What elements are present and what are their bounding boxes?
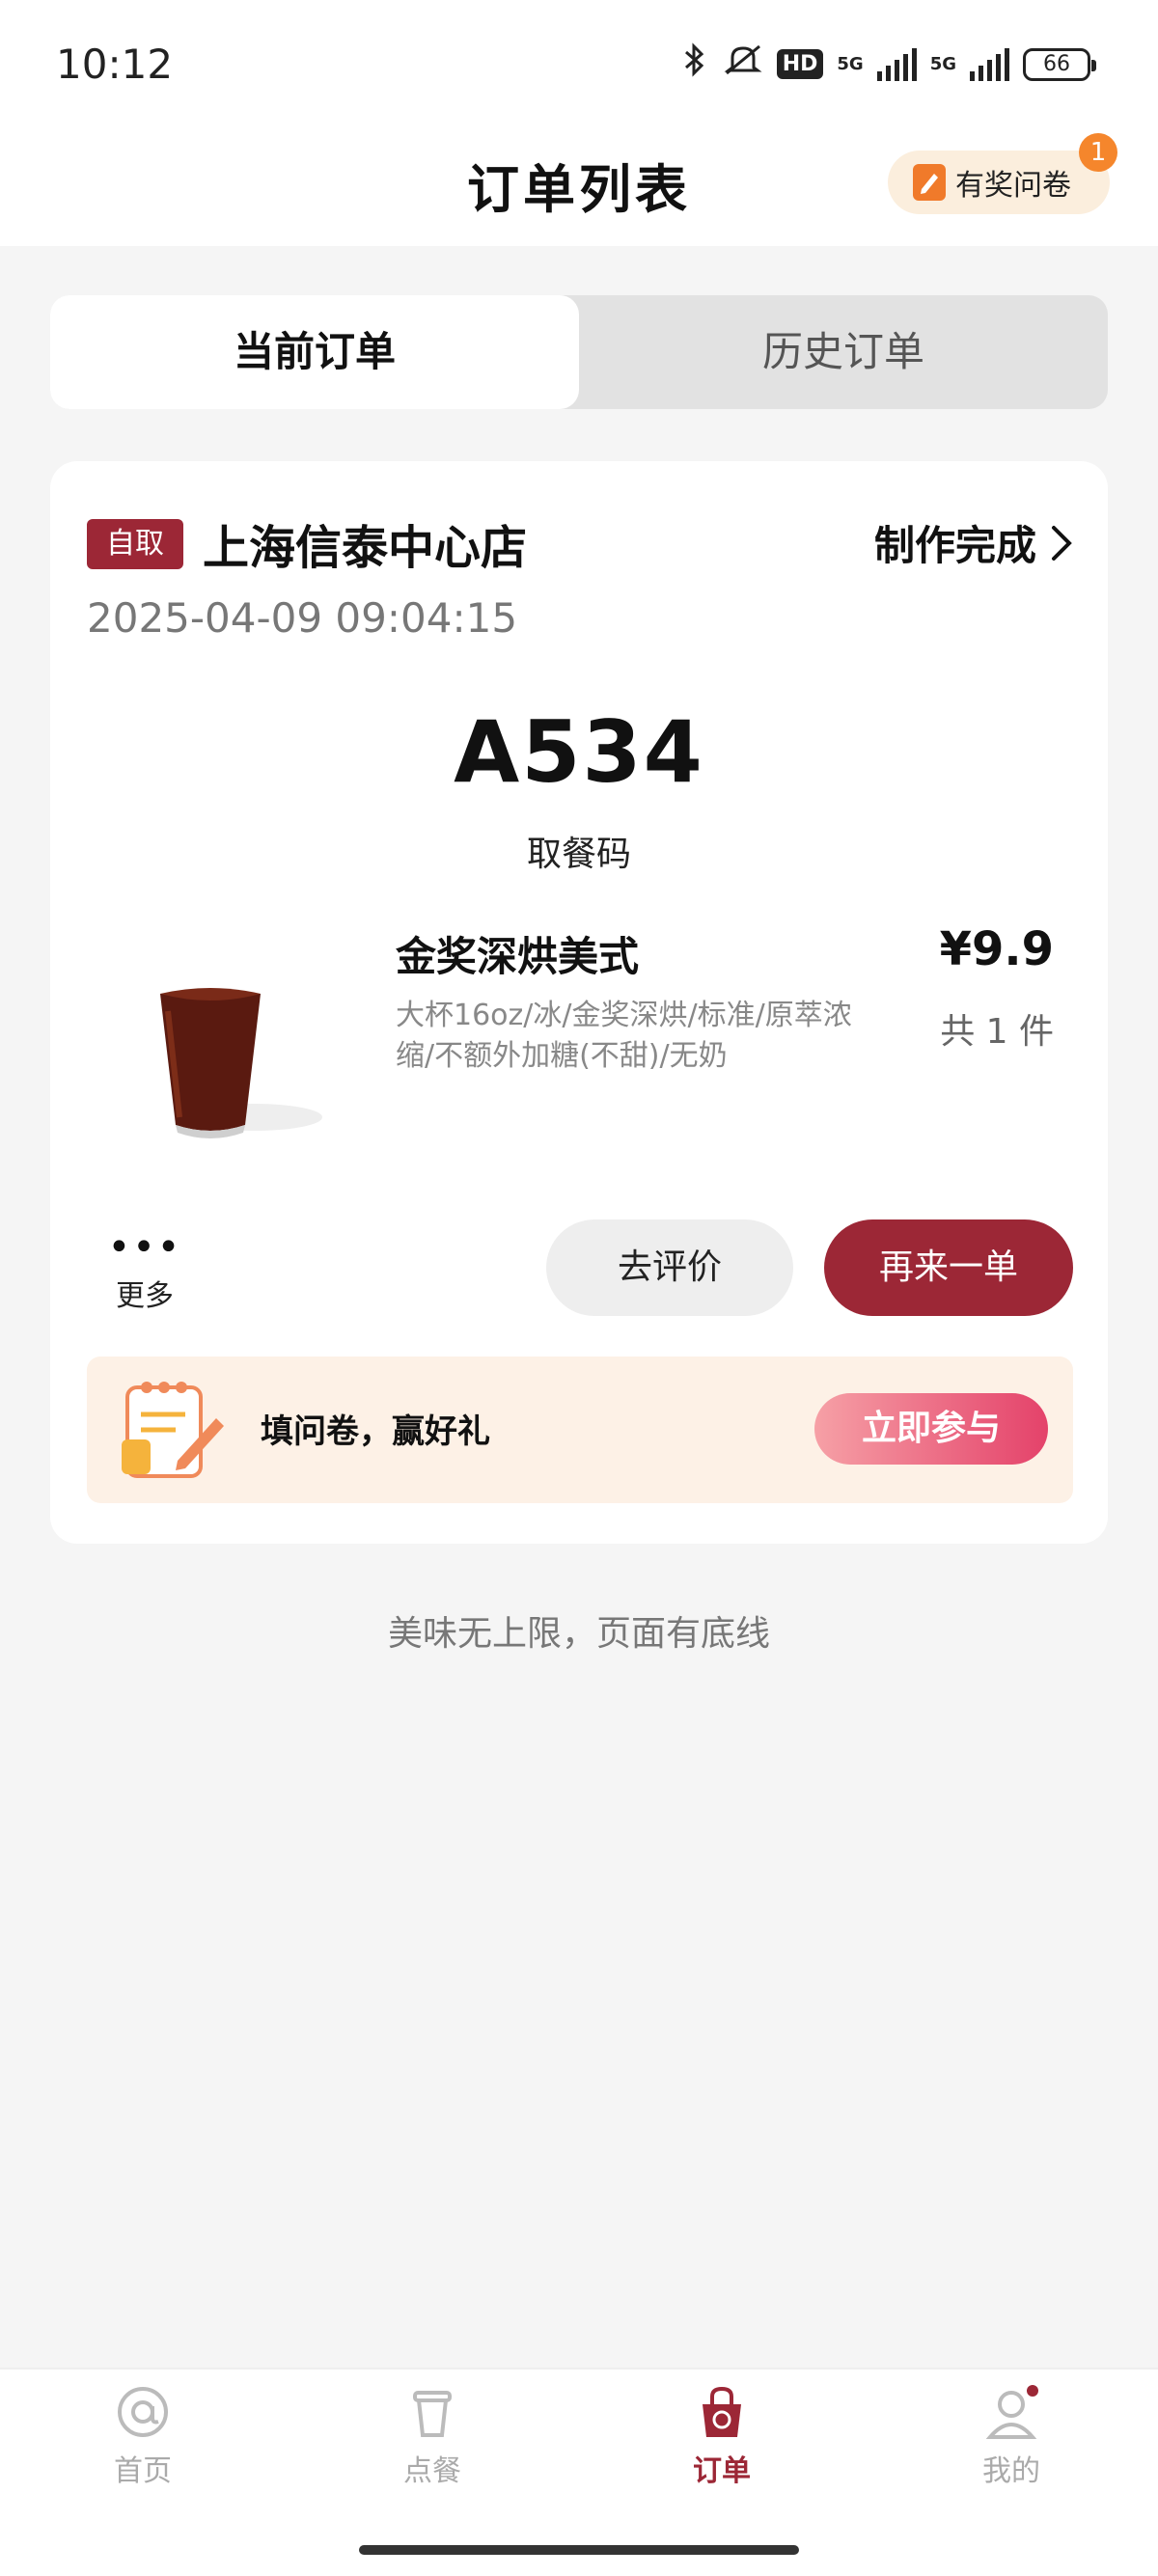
end-of-list-note: 美味无上限，页面有底线 bbox=[387, 1614, 770, 1654]
network-5g-label-2: 5G bbox=[929, 53, 956, 74]
store-name: 上海信泰中心店 bbox=[203, 521, 528, 575]
cup-icon bbox=[413, 2391, 452, 2437]
signal-icon bbox=[876, 47, 917, 81]
tab-history-orders[interactable]: 历史订单 bbox=[579, 295, 1108, 409]
nav-label-profile: 我的 bbox=[982, 2454, 1040, 2488]
status-bar: 10:12 HD 5G 5G 66 bbox=[0, 0, 1158, 125]
order-status-text: 制作完成 bbox=[873, 522, 1036, 569]
signal-icon-2 bbox=[970, 47, 1009, 81]
join-survey-button[interactable]: 立即参与 bbox=[814, 1393, 1048, 1465]
more-button[interactable]: ••• 更多 bbox=[106, 1225, 183, 1314]
pickup-code: A534 bbox=[454, 702, 704, 802]
pickup-type-badge: 自取 bbox=[87, 519, 183, 569]
order-card[interactable]: 自取 上海信泰中心店 制作完成 2025-04-09 09:04:15 A534… bbox=[50, 461, 1108, 1544]
status-icons: HD 5G 5G 66 bbox=[680, 42, 1096, 86]
tab-current-orders[interactable]: 当前订单 bbox=[50, 295, 579, 409]
nav-label-orders: 订单 bbox=[693, 2454, 751, 2488]
review-button[interactable]: 去评价 bbox=[546, 1219, 793, 1316]
profile-icon bbox=[985, 2385, 1038, 2439]
product-options: 大杯16oz/冰/金奖深烘/标准/原萃浓缩/不额外加糖(不甜)/无奶 bbox=[396, 999, 852, 1073]
nav-label-home: 首页 bbox=[114, 2454, 172, 2488]
survey-banner-text: 填问卷，赢好礼 bbox=[261, 1412, 490, 1451]
home-indicator[interactable] bbox=[359, 2545, 799, 2555]
survey-chip-button[interactable]: 有奖问卷 1 bbox=[888, 133, 1117, 214]
hd-badge: HD bbox=[776, 49, 824, 79]
survey-notepad-icon bbox=[108, 1372, 234, 1488]
product-name: 金奖深烘美式 bbox=[396, 933, 640, 980]
chevron-right-icon bbox=[1050, 524, 1073, 562]
home-icon bbox=[118, 2387, 168, 2437]
nav-item-orders[interactable]: 订单 bbox=[625, 2383, 818, 2489]
nav-item-profile[interactable]: 我的 bbox=[915, 2383, 1108, 2489]
battery-icon: 66 bbox=[1023, 47, 1096, 81]
survey-chip-label: 有奖问卷 bbox=[955, 169, 1071, 203]
page-header: 订单列表 有奖问卷 1 bbox=[0, 125, 1158, 246]
nav-item-home[interactable]: 首页 bbox=[46, 2383, 239, 2489]
nav-label-order-food: 点餐 bbox=[403, 2454, 461, 2488]
status-time: 10:12 bbox=[56, 41, 174, 88]
order-status-link[interactable]: 制作完成 bbox=[874, 513, 1073, 572]
product-quantity: 共 1 件 bbox=[940, 1012, 1054, 1052]
reorder-button[interactable]: 再来一单 bbox=[824, 1219, 1073, 1316]
bluetooth-icon bbox=[680, 42, 709, 86]
order-time: 2025-04-09 09:04:15 bbox=[87, 594, 518, 642]
survey-icon bbox=[913, 164, 946, 201]
order-bag-icon bbox=[703, 2386, 741, 2437]
mute-icon bbox=[723, 42, 763, 86]
product-image bbox=[110, 944, 332, 1165]
more-label: 更多 bbox=[116, 1279, 174, 1313]
network-5g-label: 5G bbox=[837, 53, 864, 74]
pickup-code-label: 取餐码 bbox=[526, 835, 631, 874]
order-tabs: 当前订单 历史订单 bbox=[50, 295, 1108, 409]
survey-banner[interactable]: 填问卷，赢好礼 立即参与 bbox=[87, 1357, 1073, 1503]
survey-count-badge: 1 bbox=[1079, 133, 1117, 172]
nav-item-order-food[interactable]: 点餐 bbox=[336, 2383, 529, 2489]
more-dots-icon: ••• bbox=[107, 1225, 182, 1270]
product-price: ¥9.9 bbox=[939, 922, 1054, 976]
